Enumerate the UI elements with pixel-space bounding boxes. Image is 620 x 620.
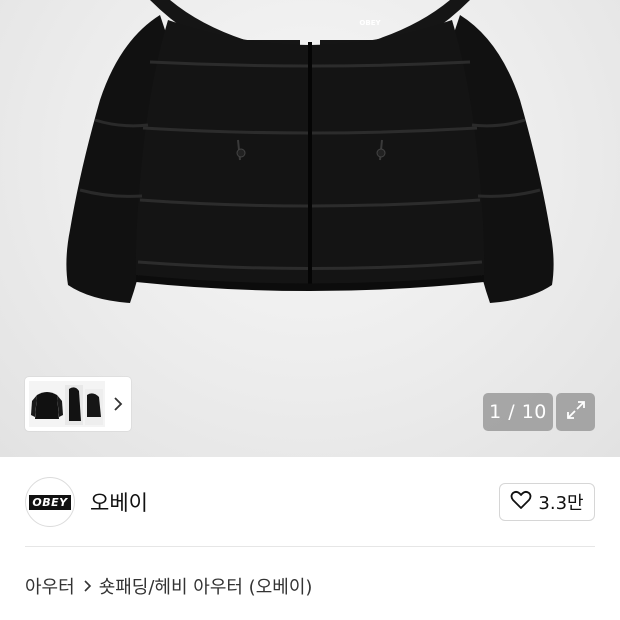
brand-logo[interactable]: OBEY bbox=[25, 477, 75, 527]
breadcrumb-category[interactable]: 숏패딩/헤비 아우터 (오베이) bbox=[99, 573, 313, 599]
brand-name[interactable]: 오베이 bbox=[90, 487, 148, 517]
chevron-right-icon[interactable] bbox=[111, 394, 125, 414]
breadcrumb-root[interactable]: 아우터 bbox=[25, 573, 75, 599]
product-image-gallery[interactable]: OBEY 1 / 10 bbox=[0, 0, 620, 457]
brand-logo-text: OBEY bbox=[29, 494, 71, 510]
chevron-right-icon bbox=[83, 579, 92, 593]
heart-icon bbox=[510, 490, 532, 514]
like-count: 3.3만 bbox=[538, 493, 584, 514]
expand-icon bbox=[565, 399, 587, 425]
image-page-counter: 1 / 10 bbox=[483, 393, 553, 431]
expand-button[interactable] bbox=[556, 393, 595, 431]
like-button[interactable]: 3.3만 bbox=[499, 483, 595, 521]
divider bbox=[25, 546, 595, 547]
brand-row: OBEY 오베이 3.3만 bbox=[0, 457, 620, 547]
breadcrumb: 아우터 숏패딩/헤비 아우터 (오베이) bbox=[25, 573, 312, 599]
thumbnail-strip[interactable] bbox=[25, 377, 131, 431]
product-logo-print: OBEY bbox=[359, 19, 381, 27]
thumbnail-images[interactable] bbox=[29, 381, 105, 427]
